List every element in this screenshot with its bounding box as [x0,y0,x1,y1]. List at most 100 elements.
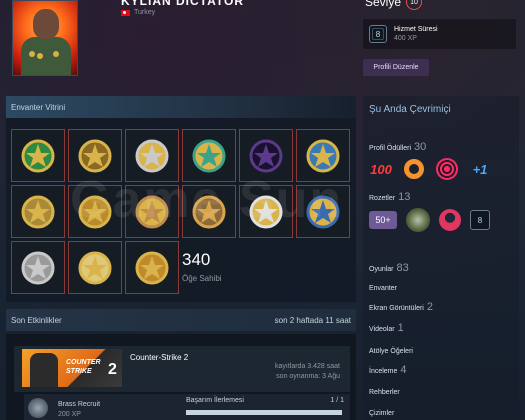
achievement-progress-count: 1 / 1 [330,397,344,404]
game-last-played: son oynanma: 3 Ağu [276,373,340,380]
showcase-item[interactable] [239,129,293,182]
medal-gold-dragon-icon [78,195,112,228]
showcase-item[interactable] [125,241,179,294]
recent-activity-summary: son 2 haftada 11 saat [274,315,351,325]
plus-one-award-icon[interactable]: +1 [468,157,492,181]
badges-label: Rozetler [369,195,396,202]
games-link[interactable]: Oyunlar 83 [369,262,409,274]
badges-icon-row: 50+ 8 [369,208,490,232]
achievement-xp: 200 XP [58,411,81,418]
videos-link[interactable]: Videolar 1 [369,322,404,334]
videos-count: 1 [397,322,404,334]
achievement-progress-bar [186,410,342,415]
medal-white-star-icon [249,195,283,228]
brass-recruit-icon [28,398,48,418]
games-label: Oyunlar [369,266,394,273]
medal-gold-wreath-icon [21,195,55,228]
steam-2025-badge-icon[interactable] [439,209,461,231]
profile-awards-label: Profil Ödülleri [369,145,412,152]
game-name-link[interactable]: Counter-Strike 2 [130,353,188,362]
medal-gold-burst-icon [78,251,112,284]
target-award-icon[interactable] [435,157,459,181]
screenshots-label: Ekran Görüntüleri [369,305,424,312]
showcase-item[interactable] [11,185,65,238]
recent-activity-panel: COUNTER STRIKE 2 Counter-Strike 2 kayıtl… [6,334,356,420]
inventory-showcase: Envanter Vitrini [6,96,356,302]
community-medal-badge-icon[interactable] [406,208,430,232]
medal-gold-eagle-icon [78,139,112,172]
awards-icon-row: 100 +1 [369,157,492,181]
artwork-link[interactable]: Çizimler [369,410,394,417]
medal-blue-star-icon [306,139,340,172]
medal-purple-bird-icon [249,139,283,172]
achievement-row: Brass Recruit 200 XP Başarım İlerlemesi … [24,394,350,420]
capsule-logo-line1: COUNTER [66,359,101,366]
level-row: Seviye 10 [365,0,423,10]
turkey-flag-icon [121,9,130,16]
showcase-item[interactable] [296,185,350,238]
badge-xp: 400 XP [394,35,417,42]
achievement-progress-label[interactable]: Başarım İlerlemesi [186,397,244,404]
capsule-logo-line2: STRIKE [66,368,92,375]
showcase-item[interactable] [296,129,350,182]
showcase-item[interactable] [182,185,236,238]
showcase-item[interactable] [11,129,65,182]
edit-profile-button[interactable]: Profili Düzenle [363,59,429,76]
hundred-award-icon[interactable]: 100 [369,157,393,181]
profile-awards-count: 30 [414,141,427,153]
showcase-item[interactable] [11,241,65,294]
showcase-item[interactable] [239,185,293,238]
items-owned-count[interactable]: 340 [182,250,210,270]
medal-teal-coin-icon [192,139,226,172]
guides-link[interactable]: Rehberler [369,389,400,396]
showcase-item[interactable] [125,129,179,182]
avatar[interactable] [12,0,78,76]
videos-label: Videolar [369,326,395,333]
badges-count: 13 [398,191,411,203]
country-label: Turkey [134,9,156,16]
games-50-badge-icon[interactable]: 50+ [369,211,397,229]
featured-badge[interactable]: 8 Hizmet Süresi 400 XP [363,19,516,49]
badge-title: Hizmet Süresi [394,26,438,33]
workshop-link[interactable]: Atölye Öğeleri [369,348,413,355]
showcase-title: Envanter Vitrini [6,96,356,118]
badges-link[interactable]: Rozetler 13 [369,191,410,203]
game-hours: kayıtlarda 3.428 saat [275,363,340,370]
recent-activity-header: Son Etkinlikler son 2 haftada 11 saat [6,309,356,331]
years-of-service-badge-icon: 8 [369,25,387,43]
online-status: Şu Anda Çevrimiçi [369,104,451,115]
medal-silver-star-icon [135,139,169,172]
screenshots-link[interactable]: Ekran Görüntüleri 2 [369,301,433,313]
medal-five-coin-icon [192,195,226,228]
profile-name: KYLIAN DICTATOR [121,0,244,8]
medal-gold-starburst-icon [135,251,169,284]
medal-grid [11,129,350,294]
medal-silver-wreath-icon [21,251,55,284]
medal-blue-gold-coin-icon [306,195,340,228]
medal-bronze-shield-icon [135,195,169,228]
level-badge: 10 [406,0,423,10]
medal-green-star-icon [21,139,55,172]
game-row: COUNTER STRIKE 2 Counter-Strike 2 kayıtl… [14,346,350,392]
showcase-item[interactable] [125,185,179,238]
showcase-item[interactable] [68,241,122,294]
reviews-label: İnceleme [369,368,398,375]
years-of-service-badge-icon[interactable]: 8 [470,210,490,230]
profile-awards-link[interactable]: Profil Ödülleri 30 [369,141,426,153]
country-row: Turkey [121,9,155,16]
capsule-logo-number: 2 [108,361,117,378]
reviews-link[interactable]: İnceleme 4 [369,364,407,376]
cs2-capsule-image[interactable]: COUNTER STRIKE 2 [22,349,122,387]
lifebuoy-award-icon[interactable] [402,157,426,181]
recent-activity-title: Son Etkinlikler [11,315,62,325]
showcase-item[interactable] [68,185,122,238]
items-owned-label: Öğe Sahibi [182,274,222,283]
showcase-item[interactable] [182,129,236,182]
achievement-name: Brass Recruit [58,401,101,408]
showcase-item[interactable] [68,129,122,182]
screenshots-count: 2 [426,301,433,313]
inventory-link[interactable]: Envanter [369,285,397,292]
games-count: 83 [396,262,409,274]
level-label: Seviye [365,0,402,9]
reviews-count: 4 [400,364,407,376]
